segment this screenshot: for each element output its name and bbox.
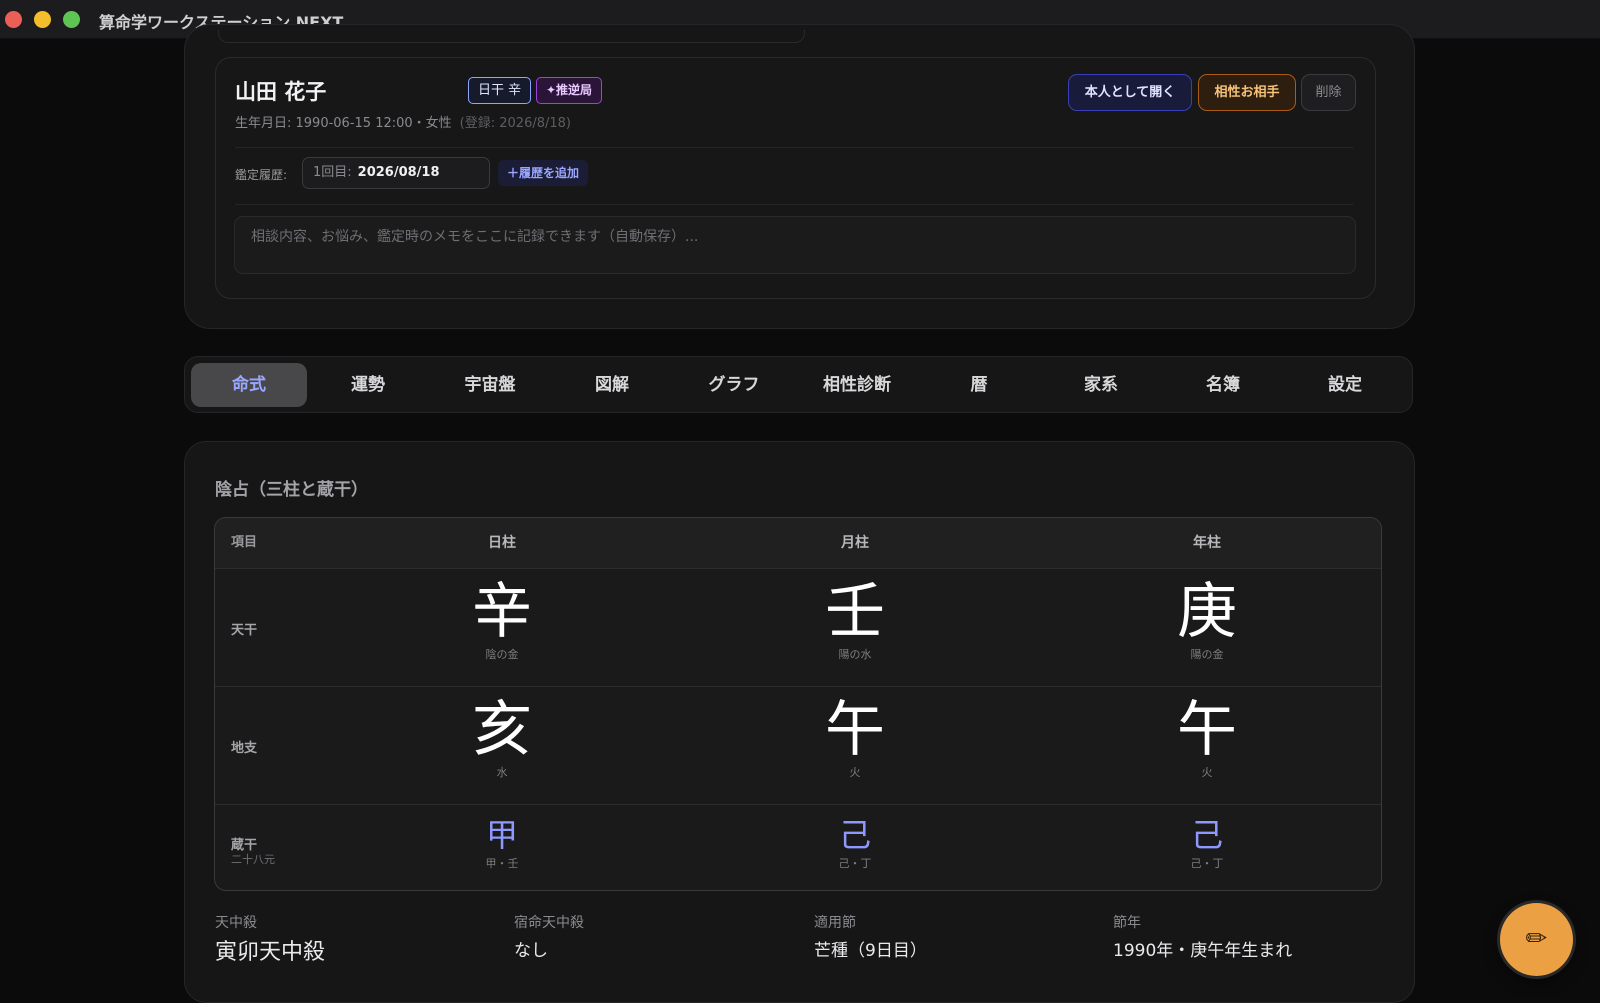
day-stem-char: 辛	[472, 577, 532, 647]
month-zokan-detail: 己・丁	[838, 857, 872, 870]
day-stem-badge: 日干 辛	[468, 77, 532, 104]
day-stem-element: 陰の金	[485, 648, 519, 661]
person-name: 山田 花子	[235, 79, 327, 104]
row-divider	[215, 804, 1381, 805]
pencil-icon: ✏	[1525, 924, 1548, 954]
tenchusatsu-value: 寅卯天中殺	[215, 940, 326, 965]
day-branch-cell: 亥 水	[402, 698, 602, 780]
setsunen-value: 1990年・庚午年生まれ	[1113, 941, 1293, 961]
header-item: 項目	[231, 535, 258, 550]
applied-setsu-value: 芒種（9日目）	[814, 941, 927, 961]
row-sublabel-nijuhachigen: 二十八元	[231, 853, 275, 866]
maximize-window-button[interactable]	[63, 11, 80, 28]
table-header: 項目 日柱 月柱 年柱	[215, 518, 1381, 568]
day-zokan-cell: 甲 甲・壬	[402, 817, 602, 871]
birth-info-text: 生年月日: 1990-06-15 12:00・女性	[235, 116, 452, 131]
year-branch-cell: 午 火	[1107, 698, 1307, 780]
month-zokan-char: 己	[838, 816, 871, 854]
shukumei-label: 宿命天中殺	[514, 915, 584, 931]
year-stem-char: 庚	[1177, 577, 1237, 647]
compatibility-partner-button[interactable]: 相性お相手	[1198, 74, 1296, 111]
year-branch-char: 午	[1177, 695, 1237, 765]
tab-koyomi[interactable]: 暦	[921, 363, 1037, 407]
month-branch-cell: 午 火	[755, 698, 955, 780]
year-zokan-cell: 己 己・丁	[1107, 817, 1307, 871]
year-stem-cell: 庚 陽の金	[1107, 580, 1307, 662]
row-label-stem: 天干	[231, 623, 258, 638]
tab-meishiki[interactable]: 命式	[191, 363, 307, 407]
edit-fab-button[interactable]: ✏	[1500, 903, 1573, 976]
tab-kakei[interactable]: 家系	[1043, 363, 1159, 407]
tab-unsei[interactable]: 運勢	[310, 363, 426, 407]
header-month-pillar: 月柱	[841, 535, 869, 551]
day-branch-element: 水	[496, 766, 508, 779]
birth-info: 生年月日: 1990-06-15 12:00・女性 (登録: 2026/8/18)	[235, 112, 571, 131]
year-zokan-detail: 己・丁	[1190, 857, 1224, 870]
row-label-branch: 地支	[231, 741, 258, 756]
applied-setsu-label: 適用節	[814, 915, 856, 931]
day-zokan-detail: 甲・壬	[485, 857, 519, 870]
close-window-button[interactable]	[5, 11, 22, 28]
pillars-table: 項目 日柱 月柱 年柱 天干 辛 陰の金 壬 陽の水 庚 陽の金 地支 亥 水 …	[214, 517, 1382, 891]
add-history-button[interactable]: ＋履歴を追加	[498, 160, 589, 186]
setsunen-label: 節年	[1113, 915, 1141, 931]
month-stem-char: 壬	[825, 577, 885, 647]
row-divider	[215, 568, 1381, 569]
day-branch-char: 亥	[472, 695, 532, 765]
tab-graph[interactable]: グラフ	[676, 363, 792, 407]
divider	[235, 147, 1353, 148]
day-stem-cell: 辛 陰の金	[402, 580, 602, 662]
month-branch-char: 午	[825, 695, 885, 765]
tenchusatsu-label: 天中殺	[215, 915, 257, 931]
tab-zukai[interactable]: 図解	[554, 363, 670, 407]
tab-bar: 命式 運勢 宇宙盤 図解 グラフ 相性診断 暦 家系 名簿 設定	[184, 356, 1413, 413]
history-count: 1回目:	[313, 165, 352, 180]
search-bar-edge	[218, 30, 805, 43]
history-select[interactable]: 1回目: 2026/08/18	[302, 157, 490, 189]
tab-aisho[interactable]: 相性診断	[799, 363, 915, 407]
delete-button[interactable]: 削除	[1301, 74, 1356, 111]
month-stem-cell: 壬 陽の水	[755, 580, 955, 662]
tab-uchuban[interactable]: 宇宙盤	[432, 363, 548, 407]
shukumei-value: なし	[514, 941, 548, 961]
day-zokan-char: 甲	[485, 816, 518, 854]
month-stem-element: 陽の水	[838, 648, 872, 661]
history-date: 2026/08/18	[357, 165, 440, 180]
open-as-self-button[interactable]: 本人として開く	[1068, 74, 1192, 111]
year-stem-element: 陽の金	[1190, 648, 1224, 661]
year-zokan-char: 己	[1190, 816, 1223, 854]
month-branch-element: 火	[849, 766, 861, 779]
row-divider	[215, 686, 1381, 687]
memo-textarea[interactable]: 相談内容、お悩み、鑑定時のメモをここに記録できます（自動保存）...	[234, 216, 1356, 274]
history-label: 鑑定履歴:	[235, 168, 288, 182]
kyoku-badge: ✦推逆局	[536, 77, 603, 104]
header-year-pillar: 年柱	[1193, 535, 1221, 551]
month-zokan-cell: 己 己・丁	[755, 817, 955, 871]
year-branch-element: 火	[1201, 766, 1213, 779]
minimize-window-button[interactable]	[34, 11, 51, 28]
section-title: 陰占（三柱と蔵干）	[215, 480, 368, 500]
registered-date: (登録: 2026/8/18)	[459, 116, 571, 131]
tab-meibo[interactable]: 名簿	[1165, 363, 1281, 407]
header-day-pillar: 日柱	[488, 535, 516, 551]
tab-settings[interactable]: 設定	[1287, 363, 1403, 407]
divider	[235, 204, 1353, 205]
